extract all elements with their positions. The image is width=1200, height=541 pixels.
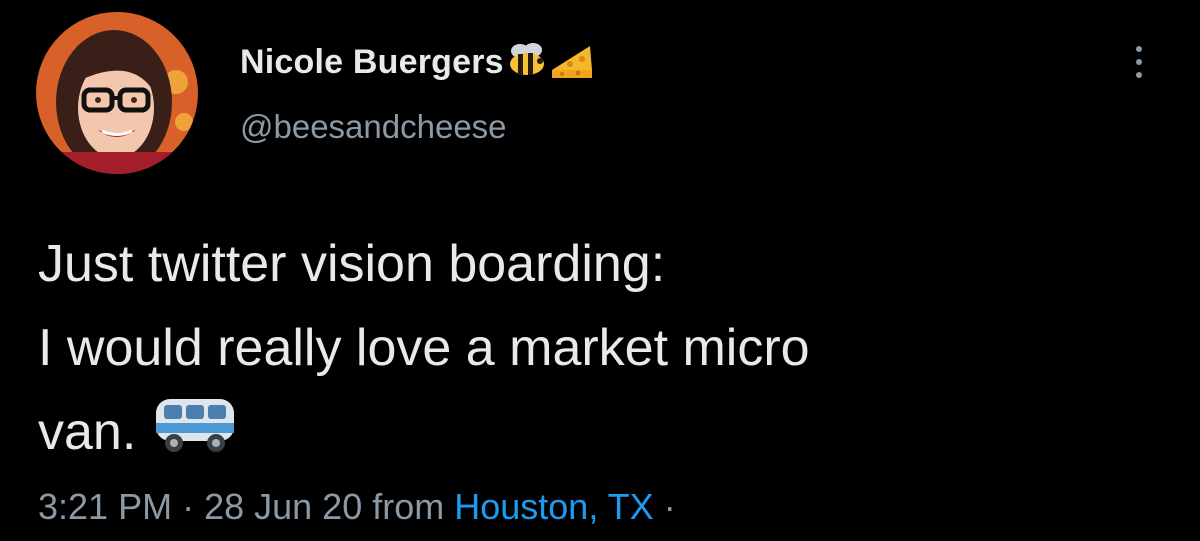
tweet-date[interactable]: 28 Jun 20 [204, 486, 362, 527]
tweet-line: I would really love a market micro [38, 319, 810, 377]
tweet-text: Just twitter vision boarding: I would re… [38, 222, 1158, 482]
location-link[interactable]: Houston, TX [454, 486, 653, 527]
more-dot [1136, 46, 1142, 52]
bee-icon [506, 41, 548, 84]
more-dot [1136, 59, 1142, 65]
author-name-row[interactable]: Nicole Buergers [240, 38, 594, 86]
avatar-image [36, 12, 198, 174]
more-options-icon[interactable] [1124, 38, 1154, 86]
meta-separator: · [172, 486, 205, 527]
minibus-icon [152, 395, 238, 482]
tweet-time[interactable]: 3:21 PM [38, 486, 172, 527]
tweet-line: Just twitter vision boarding: [38, 235, 666, 293]
tweet-card: Nicole Buergers @beesandcheese Just twit… [0, 0, 1200, 541]
meta-separator: · [653, 486, 676, 527]
from-label: from [362, 486, 455, 527]
author-handle[interactable]: @beesandcheese [240, 108, 507, 146]
avatar[interactable] [36, 12, 198, 174]
tweet-line-last: van. [38, 390, 1158, 482]
more-dot [1136, 72, 1142, 78]
display-name[interactable]: Nicole Buergers [240, 43, 504, 82]
tweet-meta: 3:21 PM · 28 Jun 20 from Houston, TX · [38, 486, 676, 528]
cheese-icon [550, 40, 594, 85]
tweet-line-text: van. [38, 403, 137, 461]
